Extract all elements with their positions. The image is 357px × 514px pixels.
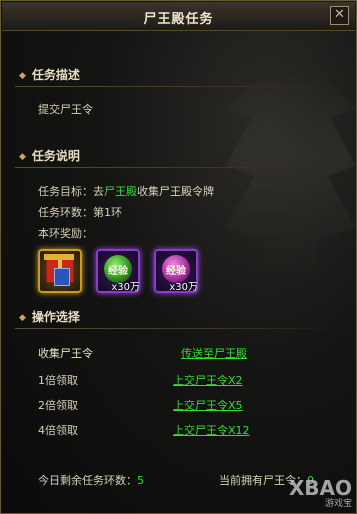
submit-x5-link[interactable]: 上交尸王令X5 bbox=[173, 397, 243, 413]
divider bbox=[15, 328, 335, 329]
bullet-icon: ◆ bbox=[19, 71, 26, 81]
book-icon bbox=[54, 268, 70, 286]
close-icon[interactable]: ✕ bbox=[330, 6, 349, 25]
operations-heading: ◆ 操作选择 bbox=[19, 308, 80, 325]
reward-gift-box[interactable] bbox=[38, 249, 82, 293]
submit-x12-link[interactable]: 上交尸王令X12 bbox=[173, 422, 250, 438]
reward-quantity: x30万 bbox=[169, 282, 198, 293]
bullet-icon: ◆ bbox=[19, 313, 26, 323]
quest-rounds: 任务环数：第1环 bbox=[38, 206, 122, 219]
quest-panel: 尸王殿任务 ✕ ◆ 任务描述 提交尸王令 ◆ 任务说明 任务目标：去尸王殿收集尸王殿… bbox=[0, 0, 357, 514]
reward-exp-2[interactable]: 经验 x30万 bbox=[154, 249, 198, 293]
window-title: 尸王殿任务 bbox=[143, 12, 214, 27]
operation-label-4x: 4倍领取 bbox=[38, 424, 78, 437]
operation-label-1x: 1倍领取 bbox=[38, 374, 78, 387]
teleport-link[interactable]: 传送至尸王殿 bbox=[181, 345, 247, 361]
remaining-label: 今日剩余任务环数： bbox=[38, 474, 137, 487]
operations-heading-label: 操作选择 bbox=[31, 310, 80, 324]
goal-place: 尸王殿 bbox=[104, 185, 137, 198]
remaining-value: 5 bbox=[137, 474, 144, 487]
goal-prefix: 任务目标：去 bbox=[38, 185, 104, 198]
explanation-heading: ◆ 任务说明 bbox=[19, 147, 80, 164]
title-bar: 尸王殿任务 ✕ bbox=[2, 2, 355, 31]
description-heading-label: 任务描述 bbox=[31, 68, 80, 82]
bullet-icon: ◆ bbox=[19, 152, 26, 162]
remaining-rounds: 今日剩余任务环数：5 bbox=[38, 472, 144, 488]
operation-label-2x: 2倍领取 bbox=[38, 399, 78, 412]
goal-suffix: 收集尸王殿令牌 bbox=[137, 185, 214, 198]
reward-name: 经验 bbox=[108, 266, 128, 277]
submit-x2-link[interactable]: 上交尸王令X2 bbox=[173, 372, 243, 388]
description-heading: ◆ 任务描述 bbox=[19, 66, 80, 83]
explanation-heading-label: 任务说明 bbox=[31, 149, 80, 163]
reward-exp-1[interactable]: 经验 x30万 bbox=[96, 249, 140, 293]
operation-label-collect: 收集尸王令 bbox=[38, 347, 93, 360]
reward-name: 经验 bbox=[166, 266, 186, 277]
reward-quantity: x30万 bbox=[111, 282, 140, 293]
divider bbox=[15, 86, 335, 87]
watermark-logo: XBAO 游戏宝 bbox=[289, 476, 352, 509]
quest-goal: 任务目标：去尸王殿收集尸王殿令牌 bbox=[38, 183, 214, 199]
divider bbox=[15, 167, 335, 168]
description-text: 提交尸王令 bbox=[38, 103, 93, 116]
pagoda-background bbox=[226, 71, 356, 281]
reward-label: 本环奖励： bbox=[38, 227, 93, 240]
